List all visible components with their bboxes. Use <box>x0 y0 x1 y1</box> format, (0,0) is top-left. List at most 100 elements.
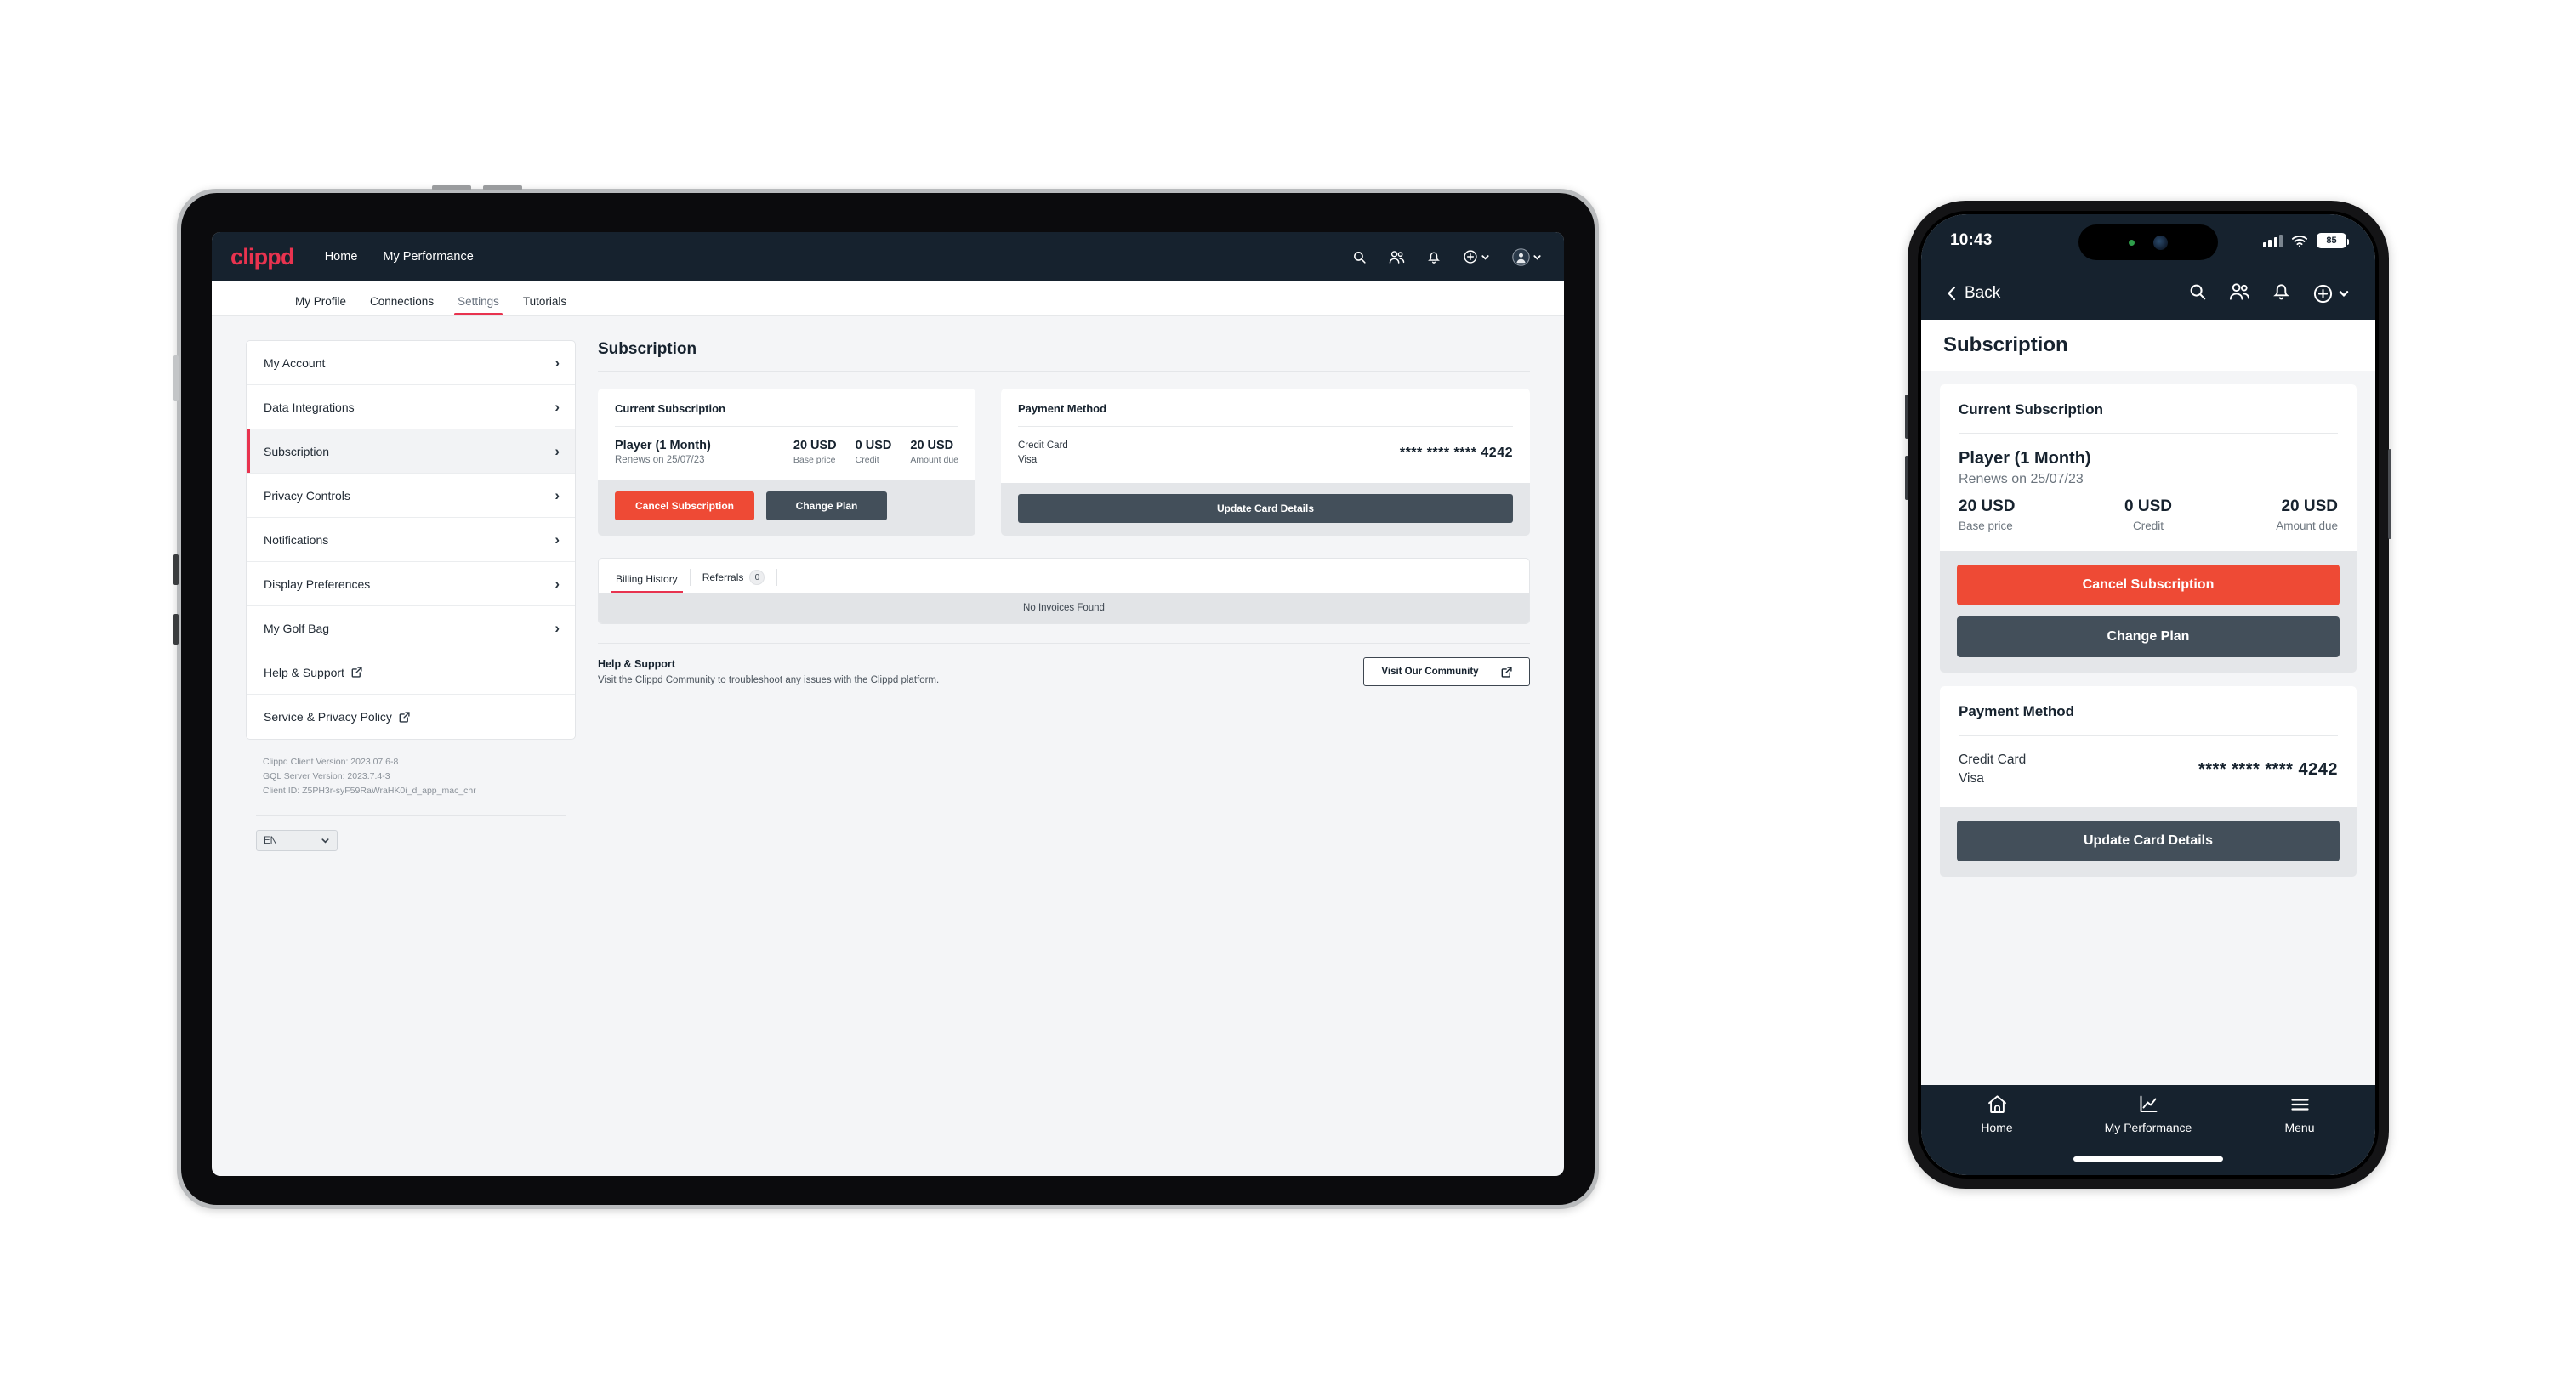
cancel-subscription-button[interactable]: Cancel Subscription <box>615 491 754 520</box>
plus-circle-icon[interactable] <box>1463 249 1490 264</box>
payment-actions: Update Card Details <box>1940 807 2357 877</box>
visit-community-button[interactable]: Visit Our Community <box>1363 657 1530 686</box>
figure-label: Credit <box>855 455 879 465</box>
tablet-top-button-1[interactable] <box>432 185 471 190</box>
phone-volume-down-button[interactable] <box>1905 456 1908 500</box>
figure-label: Base price <box>793 455 836 465</box>
visit-community-label: Visit Our Community <box>1381 667 1479 677</box>
back-label: Back <box>1965 284 2001 302</box>
tabbar-label: Menu <box>2284 1121 2315 1134</box>
clippd-logo[interactable]: clippd <box>230 244 294 270</box>
nav-link-my-performance[interactable]: My Performance <box>383 250 473 264</box>
tab-billing-history[interactable]: Billing History <box>604 573 690 593</box>
tab-connections[interactable]: Connections <box>358 295 446 315</box>
panel-divider <box>1959 735 2338 736</box>
tablet-volume-down-button[interactable] <box>173 614 179 645</box>
chevron-right-icon: › <box>554 531 560 548</box>
tab-my-profile[interactable]: My Profile <box>283 295 358 315</box>
change-plan-button[interactable]: Change Plan <box>766 491 887 520</box>
payment-details: Credit Card Visa **** **** **** 4242 <box>1959 751 2338 788</box>
tablet-top-button-2[interactable] <box>483 185 522 190</box>
phone-title-bar: Subscription <box>1921 320 2375 371</box>
sidebar-item-label: Display Preferences <box>264 577 371 591</box>
sidebar-item-service-privacy-policy[interactable]: Service & Privacy Policy <box>247 695 575 739</box>
sidebar-item-label: Data Integrations <box>264 400 355 414</box>
sidebar-item-my-golf-bag[interactable]: My Golf Bag › <box>247 606 575 650</box>
chevron-right-icon: › <box>554 355 560 371</box>
page-title: Subscription <box>598 340 697 358</box>
privacy-indicator-dot <box>2129 239 2135 246</box>
phone-volume-up-button[interactable] <box>1905 395 1908 439</box>
sidebar-item-display-preferences[interactable]: Display Preferences › <box>247 562 575 606</box>
status-time: 10:43 <box>1950 231 1993 249</box>
sidebar-item-help-support[interactable]: Help & Support <box>247 650 575 695</box>
tab-settings[interactable]: Settings <box>446 295 511 315</box>
card-type-block: Credit Card Visa <box>1959 751 2026 788</box>
tabbar-item-home[interactable]: Home <box>1921 1093 2073 1134</box>
sidebar-item-my-account[interactable]: My Account › <box>247 341 575 385</box>
payment-details: Credit Card Visa **** **** **** 4242 <box>1018 439 1513 468</box>
language-select[interactable]: EN <box>256 830 338 851</box>
sidebar-item-privacy-controls[interactable]: Privacy Controls › <box>247 474 575 518</box>
bell-icon[interactable] <box>2272 281 2290 305</box>
back-button[interactable]: Back <box>1947 284 2000 303</box>
tab-separator <box>776 569 778 586</box>
settings-content: Subscription Current Subscription Player <box>576 340 1530 851</box>
current-subscription-body: Current Subscription Player (1 Month) Re… <box>1940 384 2357 551</box>
payment-method-heading: Payment Method <box>1018 402 1107 415</box>
sidebar-item-data-integrations[interactable]: Data Integrations › <box>247 385 575 429</box>
tab-tutorials[interactable]: Tutorials <box>511 295 578 315</box>
people-icon[interactable] <box>2229 282 2250 305</box>
phone-power-button[interactable] <box>2388 449 2391 539</box>
payment-method-panel: Payment Method Credit Card Visa **** ***… <box>1001 389 1530 536</box>
tablet-volume-up-button[interactable] <box>173 554 179 585</box>
help-divider <box>598 643 1530 644</box>
figure-value: 0 USD <box>855 439 892 452</box>
chevron-left-icon <box>1948 286 1956 301</box>
tabbar-item-my-performance[interactable]: My Performance <box>2073 1093 2224 1134</box>
sidebar-item-label: Subscription <box>264 444 330 458</box>
search-icon[interactable] <box>2188 282 2207 305</box>
avatar[interactable] <box>1512 247 1542 266</box>
phone-nav-icon-group <box>2188 281 2350 305</box>
help-text-block: Help & Support Visit the Clippd Communit… <box>598 658 1363 685</box>
chevron-down-icon <box>321 838 329 844</box>
subscription-figures: 20 USD Base price 0 USD Credit 20 USD Am… <box>1959 497 2338 532</box>
tablet-bezel: clippd Home My Performance My Profile Co… <box>181 193 1595 1205</box>
phone-bezel: 10:43 85 Back Subscription Current Subsc… <box>1918 211 2379 1179</box>
home-icon <box>1987 1095 2006 1113</box>
referrals-count-badge: 0 <box>749 570 765 585</box>
figure-label: Amount due <box>910 455 958 465</box>
tablet-device-frame: clippd Home My Performance My Profile Co… <box>173 185 1599 1209</box>
phone-content[interactable]: Current Subscription Player (1 Month) Re… <box>1921 371 2375 1085</box>
phone-tab-bar: Home My Performance Menu <box>1921 1085 2375 1156</box>
tabbar-item-menu[interactable]: Menu <box>2224 1093 2375 1134</box>
update-card-details-button[interactable]: Update Card Details <box>1957 821 2340 861</box>
phone-screen: 10:43 85 Back Subscription Current Subsc… <box>1921 214 2375 1175</box>
people-icon[interactable] <box>1389 250 1405 264</box>
search-icon[interactable] <box>1352 250 1367 264</box>
card-type: Credit Card <box>1018 440 1068 451</box>
plus-circle-icon[interactable] <box>2312 283 2350 304</box>
chevron-down-icon <box>2339 291 2349 297</box>
sidebar-item-text: Service & Privacy Policy <box>264 710 392 724</box>
figure-label: Credit <box>2133 520 2164 532</box>
update-card-details-button[interactable]: Update Card Details <box>1018 494 1513 523</box>
cancel-subscription-button[interactable]: Cancel Subscription <box>1957 565 2340 605</box>
external-link-icon <box>351 667 362 678</box>
sidebar-item-notifications[interactable]: Notifications › <box>247 518 575 562</box>
sidebar-item-label: Help & Support <box>264 666 560 679</box>
tablet-side-button[interactable] <box>173 355 179 401</box>
card-brand: Visa <box>1018 455 1038 465</box>
sidebar-item-label: Notifications <box>264 532 329 547</box>
change-plan-button[interactable]: Change Plan <box>1957 616 2340 657</box>
chevron-down-icon <box>1481 254 1489 260</box>
plan-renewal: Renews on 25/07/23 <box>1959 472 2084 486</box>
card-brand: Visa <box>1959 771 1984 786</box>
tab-referrals[interactable]: Referrals 0 <box>691 570 777 593</box>
server-version: GQL Server Version: 2023.7.4-3 <box>263 771 390 781</box>
nav-link-home[interactable]: Home <box>325 250 358 264</box>
chevron-right-icon: › <box>554 576 560 592</box>
sidebar-item-subscription[interactable]: Subscription › <box>247 429 575 474</box>
bell-icon[interactable] <box>1427 250 1441 264</box>
